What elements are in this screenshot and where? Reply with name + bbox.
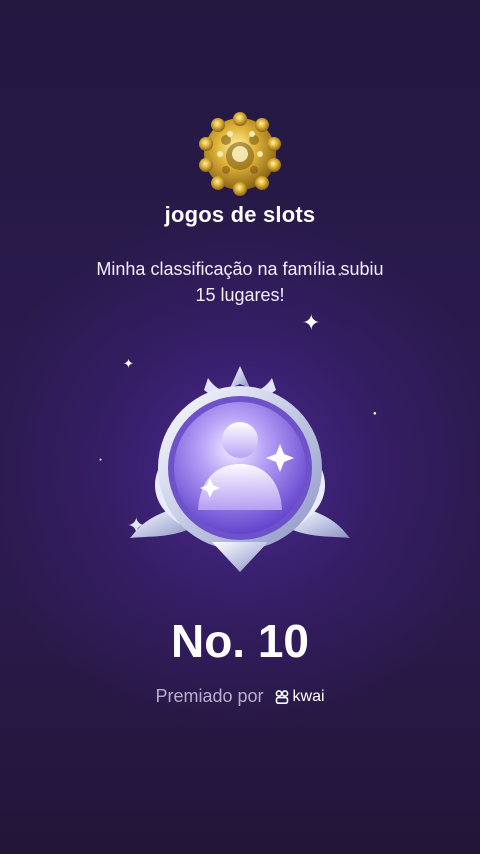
- awarded-by: Premiado por kwai: [0, 686, 480, 707]
- rank-message-line-1: Minha classificação na família subiu: [96, 259, 384, 279]
- kwai-brand[interactable]: kwai: [274, 688, 325, 706]
- sparkle-icon: ●: [373, 411, 377, 417]
- sparkle-icon: ✦: [302, 310, 321, 335]
- awarded-by-label: Premiado por: [155, 686, 264, 706]
- sparkle-icon: ●: [99, 457, 103, 463]
- rank-number: No. 10: [170, 615, 310, 667]
- rank-message: Minha classificação na família subiu 15 …: [40, 256, 440, 308]
- kwai-logo-icon: [275, 689, 288, 704]
- family-name: jogos de slots: [164, 202, 316, 227]
- gold-coin-emblem-icon: [199, 112, 281, 196]
- kwai-brand-label: kwai: [292, 687, 325, 705]
- silver-rank-badge-icon: [130, 366, 350, 572]
- achievement-screen: ✦ ✦ ✦ ● ● ● jogos de slots Minha classif…: [0, 0, 480, 854]
- rank-message-line-2: 15 lugares!: [195, 285, 285, 305]
